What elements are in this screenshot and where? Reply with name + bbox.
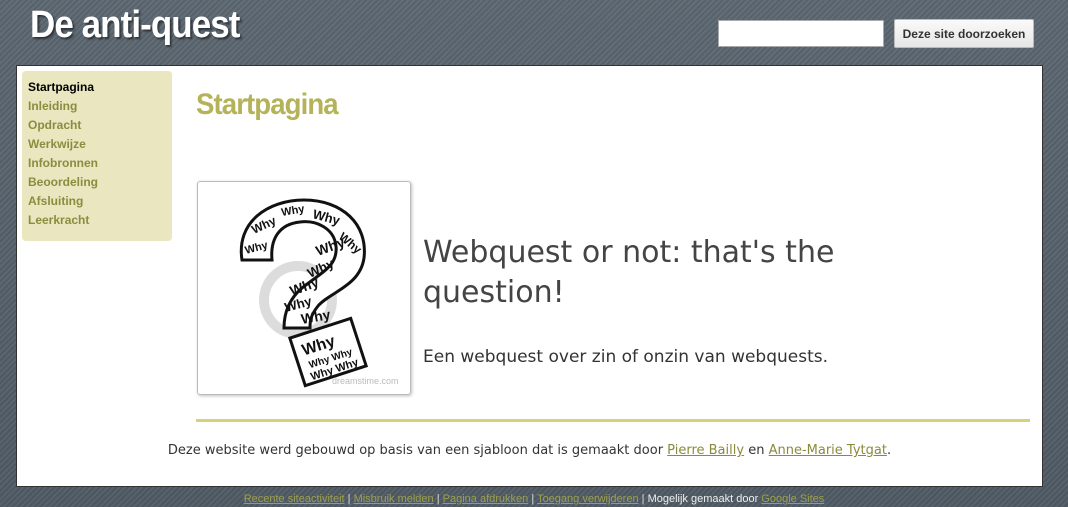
footer-link-recent-activity[interactable]: Recente siteactiviteit bbox=[244, 493, 345, 505]
sidebar-item-leerkracht[interactable]: Leerkracht bbox=[22, 211, 172, 230]
footer-separator: | bbox=[436, 493, 440, 505]
credit-prefix: Deze website werd gebouwd op basis van e… bbox=[167, 443, 668, 458]
credit-text: Deze website werd gebouwd op basis van e… bbox=[17, 443, 1042, 458]
subtitle: Een webquest over zin of onzin van webqu… bbox=[423, 347, 829, 367]
page-title: Startpagina bbox=[196, 88, 339, 121]
footer-link-google-sites[interactable]: Google Sites bbox=[761, 493, 824, 505]
footer-separator: | bbox=[347, 493, 351, 505]
footer: Recente siteactiviteit | Misbruik melden… bbox=[0, 493, 1068, 505]
credit-suffix: . bbox=[886, 443, 892, 458]
page-content: Startpagina Inleiding Opdracht Werkwijze… bbox=[16, 65, 1043, 487]
footer-link-report-abuse[interactable]: Misbruik melden bbox=[354, 493, 434, 505]
sidebar-item-beoordeling[interactable]: Beoordeling bbox=[22, 173, 172, 192]
sidebar-item-werkwijze[interactable]: Werkwijze bbox=[22, 135, 172, 154]
watermark-text: dreamstime.com bbox=[332, 376, 399, 386]
site-title[interactable]: De anti-quest bbox=[30, 4, 240, 47]
question-mark-why-icon: Why Why Why Why Why Why Why Why Why Why … bbox=[239, 198, 399, 388]
sidebar-nav: Startpagina Inleiding Opdracht Werkwijze… bbox=[22, 71, 172, 241]
sidebar-item-inleiding[interactable]: Inleiding bbox=[22, 97, 172, 116]
footer-link-print-page[interactable]: Pagina afdrukken bbox=[443, 493, 529, 505]
sidebar-item-infobronnen[interactable]: Infobronnen bbox=[22, 154, 172, 173]
footer-separator: | bbox=[641, 493, 645, 505]
search-button[interactable]: Deze site doorzoeken bbox=[894, 19, 1034, 48]
main-heading: Webquest or not: that's the question! bbox=[423, 235, 835, 310]
search-input[interactable] bbox=[718, 20, 884, 47]
author-link-pierre-bailly[interactable]: Pierre Bailly bbox=[667, 443, 744, 458]
divider bbox=[196, 419, 1030, 422]
question-mark-image[interactable]: Why Why Why Why Why Why Why Why Why Why … bbox=[197, 181, 411, 395]
sidebar-item-afsluiting[interactable]: Afsluiting bbox=[22, 192, 172, 211]
footer-powered-text: Mogelijk gemaakt door bbox=[647, 493, 759, 505]
sidebar-item-startpagina[interactable]: Startpagina bbox=[22, 78, 172, 97]
sidebar-item-opdracht[interactable]: Opdracht bbox=[22, 116, 172, 135]
footer-link-remove-access[interactable]: Toegang verwijderen bbox=[537, 493, 639, 505]
credit-middle: en bbox=[744, 443, 769, 458]
author-link-anne-marie-tytgat[interactable]: Anne-Marie Tytgat bbox=[769, 443, 887, 458]
footer-separator: | bbox=[531, 493, 535, 505]
